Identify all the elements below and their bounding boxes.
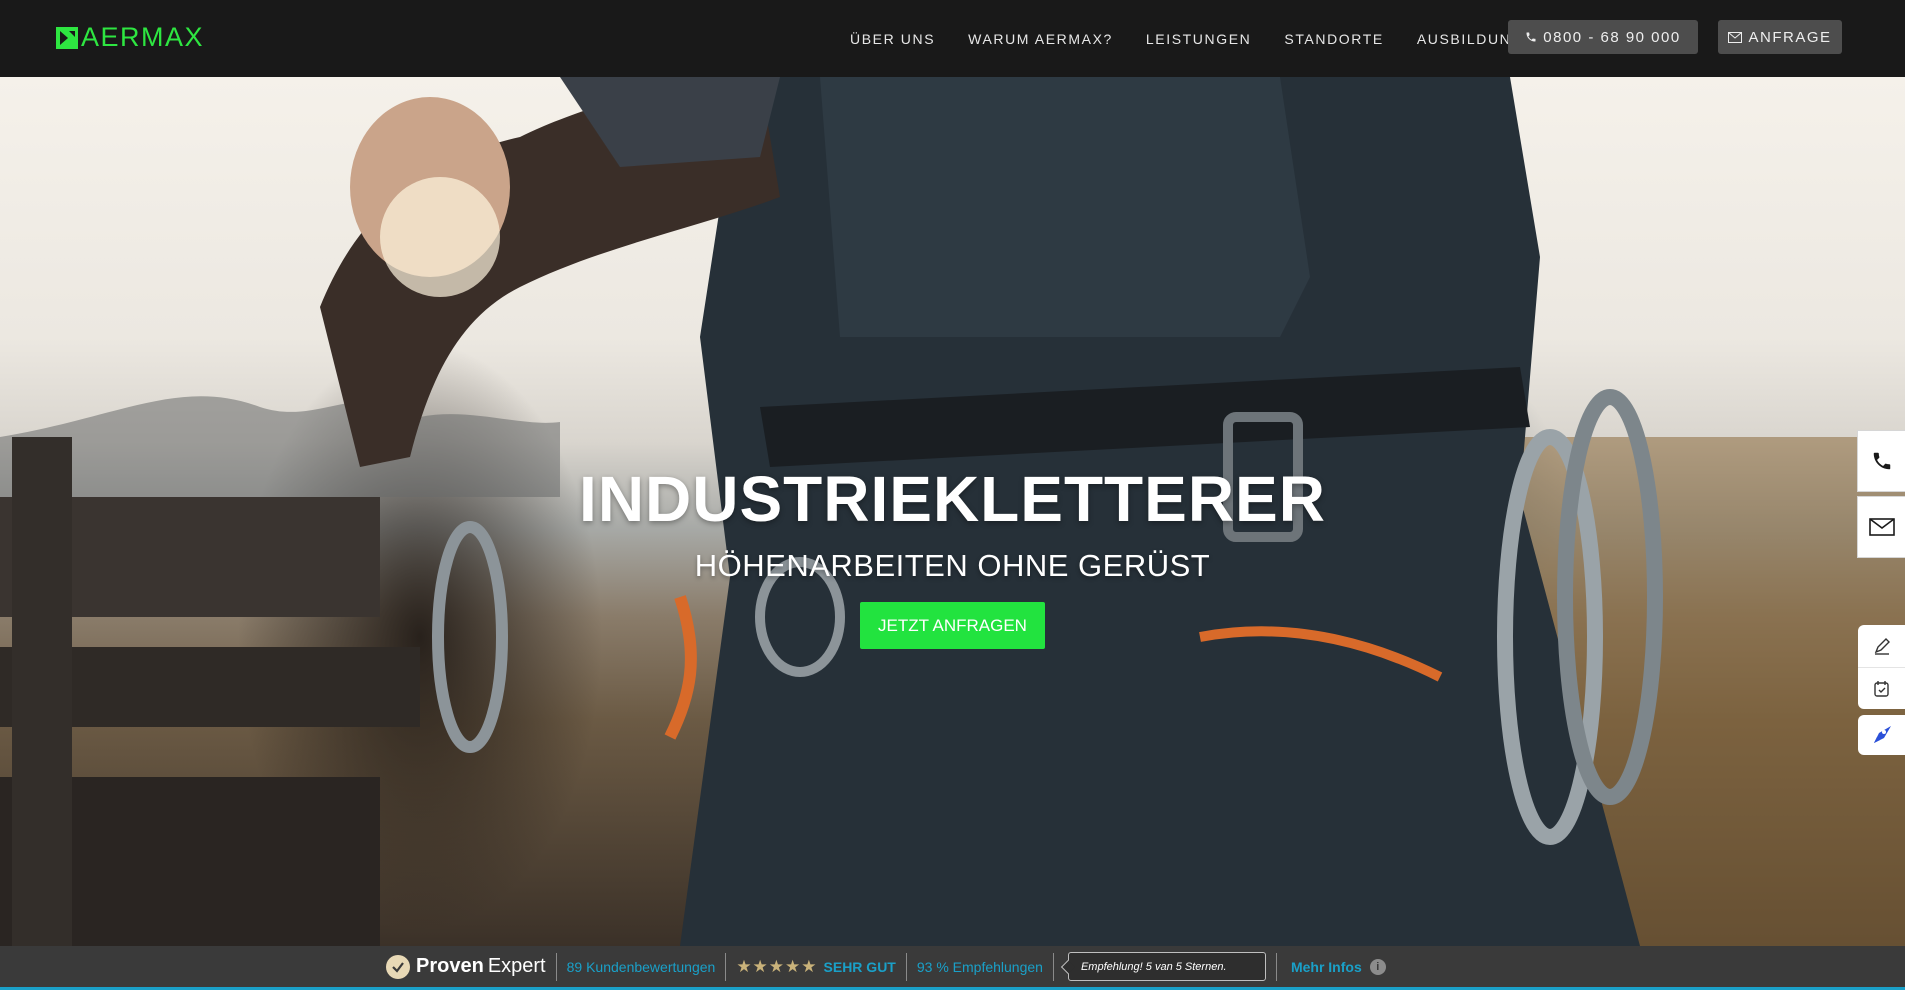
checklist-icon [1873,680,1889,697]
recommendations-link[interactable]: 93 % Empfehlungen [917,959,1043,975]
side-mail-button[interactable] [1857,496,1905,558]
proven-expert-brand-bold: Proven [416,955,484,977]
rating-stars: ★★★★★ [736,956,818,976]
rocket-icon [1873,726,1891,743]
envelope-icon [1868,518,1895,536]
divider [905,952,907,981]
info-icon[interactable]: i [1369,958,1386,975]
checklist-tool-button[interactable] [1858,667,1905,709]
phone-number: 0800 - 68 90 000 [1543,28,1681,46]
nav-item-locations[interactable]: STANDORTE [1284,31,1383,47]
hero-content: INDUSTRIEKLETTERER HÖHENARBEITEN OHNE GE… [0,462,1905,649]
proven-expert-bar: Proven Expert 89 Kundenbewertungen ★★★★★… [0,946,1905,990]
logo-mark-icon [56,26,78,49]
rating-text: SEHR GUT [823,958,896,975]
inquiry-button[interactable]: ANFRAGE [1718,20,1842,54]
divider [1052,952,1054,981]
proven-expert-content: Proven Expert 89 Kundenbewertungen ★★★★★… [386,946,1386,987]
review-quote: Empfehlung! 5 van 5 Sternen. [1067,952,1266,981]
nav-item-why-aermax[interactable]: WARUM AERMAX? [968,31,1113,47]
more-info-link[interactable]: Mehr Infos [1291,959,1362,975]
brand-name: AERMAX [81,22,205,52]
hero-title: INDUSTRIEKLETTERER [579,463,1326,535]
proven-expert-brand-light: Expert [487,955,546,977]
nav-item-about[interactable]: ÜBER UNS [850,31,935,47]
side-tools-panel [1858,625,1905,709]
main-menu: ÜBER UNS WARUM AERMAX? LEISTUNGEN STANDO… [850,0,1557,77]
rocket-button[interactable] [1858,715,1905,755]
reviews-count-link[interactable]: 89 Kundenbewertungen [567,959,716,975]
divider [1275,952,1277,981]
hero-subtitle: HÖHENARBEITEN OHNE GERÜST [694,548,1211,583]
inquiry-label: ANFRAGE [1748,28,1832,46]
phone-icon [1873,452,1890,470]
divider [555,952,557,981]
request-now-button[interactable]: JETZT ANFRAGEN [860,602,1045,649]
brand-logo[interactable]: AERMAX [56,22,204,53]
envelope-icon [1728,31,1743,43]
hero-section: INDUSTRIEKLETTERER HÖHENARBEITEN OHNE GE… [0,77,1905,946]
phone-button[interactable]: 0800 - 68 90 000 [1508,20,1698,54]
edit-tool-button[interactable] [1858,625,1905,667]
nav-item-services[interactable]: LEISTUNGEN [1146,31,1251,47]
phone-icon [1526,32,1536,42]
check-badge-icon [386,954,410,979]
edit-icon [1874,638,1890,655]
side-phone-button[interactable] [1857,430,1905,492]
divider [725,952,727,981]
top-navigation: AERMAX ÜBER UNS WARUM AERMAX? LEISTUNGEN… [0,0,1905,77]
